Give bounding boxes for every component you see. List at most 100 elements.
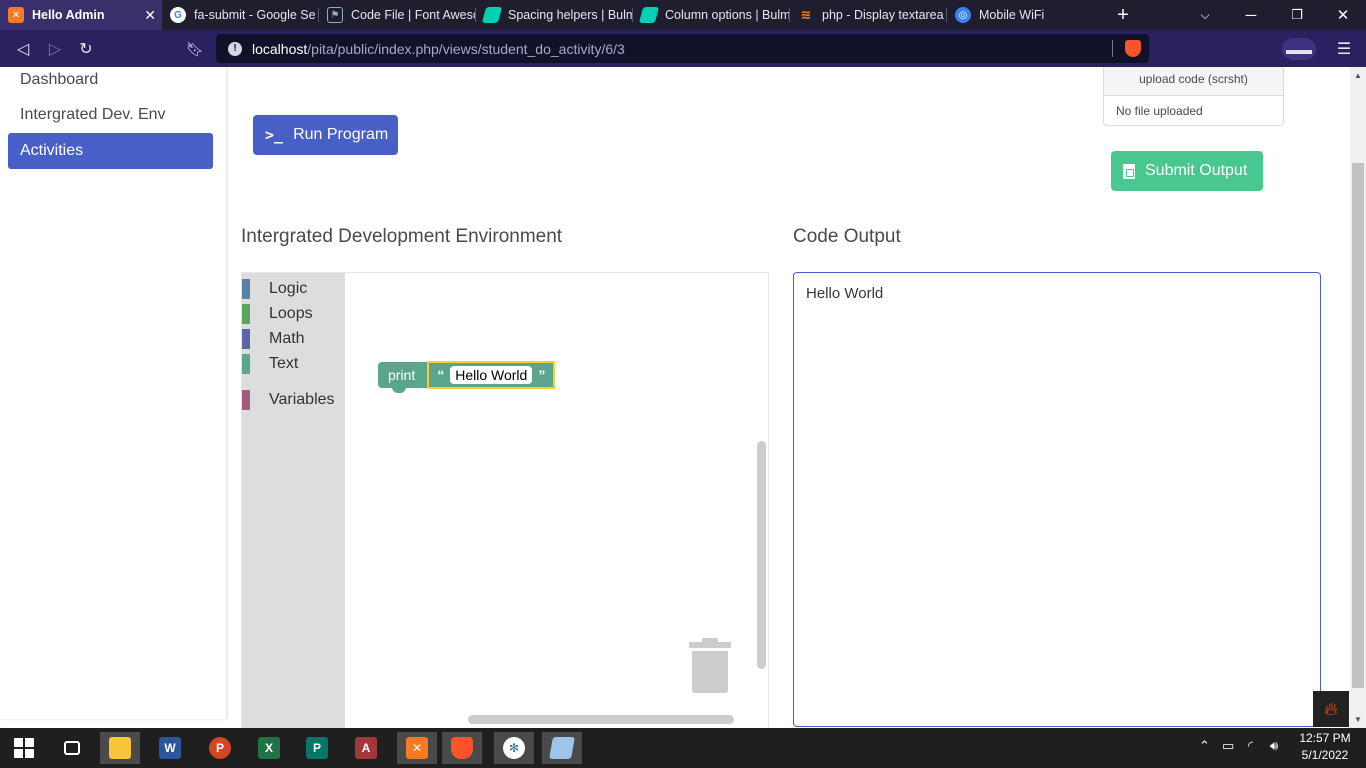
windows-start-icon[interactable] xyxy=(4,732,44,764)
tab-column-options[interactable]: Column options | Bulm xyxy=(633,0,789,30)
flag-icon: ⚑ xyxy=(327,7,343,23)
category-color-bar xyxy=(242,390,250,410)
tab-hello-admin[interactable]: ✕ Hello Admin ✕ xyxy=(0,0,162,30)
toolbox-category-math[interactable]: Math xyxy=(242,328,305,350)
word-icon[interactable]: W xyxy=(150,732,190,764)
wallet-glasses-icon[interactable]: ▬▬ xyxy=(1282,38,1316,60)
blockly-workspace[interactable]: Logic Loops Math Text Variables print “ … xyxy=(241,272,769,728)
close-tab-icon[interactable]: ✕ xyxy=(144,7,156,24)
sidebar-item-ide[interactable]: Intergrated Dev. Env xyxy=(8,97,213,133)
scroll-down-arrow-icon[interactable]: ▼ xyxy=(1354,715,1362,724)
run-program-label: Run Program xyxy=(293,126,389,143)
text-block[interactable]: “ Hello World ” xyxy=(427,361,556,389)
category-color-bar xyxy=(242,329,250,349)
tab-list-chevron-icon[interactable]: ⌵ xyxy=(1182,0,1228,30)
scroll-up-arrow-icon[interactable]: ▲ xyxy=(1354,71,1362,80)
menu-icon[interactable]: ☰ xyxy=(1333,38,1355,60)
tab-title: Column options | Bulm xyxy=(665,8,789,22)
category-label: Text xyxy=(269,355,299,372)
google-icon: G xyxy=(170,7,186,23)
tab-spacing-helpers[interactable]: Spacing helpers | Bulm xyxy=(476,0,632,30)
url-separator xyxy=(1112,40,1113,57)
submit-output-button[interactable]: Submit Output xyxy=(1111,151,1263,191)
sidebar-item-dashboard[interactable]: Dashboard xyxy=(8,67,213,98)
submit-output-label: Submit Output xyxy=(1145,162,1248,179)
new-tab-button[interactable]: + xyxy=(1100,0,1146,30)
toolbox-category-text[interactable]: Text xyxy=(242,353,298,375)
tab-code-file[interactable]: ⚑ Code File | Font Aweso xyxy=(319,0,475,30)
file-upload[interactable]: upload code (scrsht) No file uploaded xyxy=(1103,67,1284,126)
toolbox-category-logic[interactable]: Logic xyxy=(242,278,307,300)
sidebar-item-activities[interactable]: Activities xyxy=(8,133,213,169)
upload-label[interactable]: upload code (scrsht) xyxy=(1104,67,1283,96)
url-host: localhost xyxy=(252,40,308,57)
run-program-button[interactable]: >_ Run Program xyxy=(253,115,398,155)
page-scrollbar[interactable]: ▲ ▼ xyxy=(1350,67,1366,728)
print-block[interactable]: print “ Hello World ” xyxy=(378,360,556,393)
restore-button[interactable]: ❐ xyxy=(1274,0,1320,30)
address-bar[interactable]: ! localhost/pita/public/index.php/views/… xyxy=(216,34,1149,63)
workspace-horizontal-scrollbar[interactable] xyxy=(468,715,734,724)
clock-time: 12:57 PM xyxy=(1299,731,1351,745)
output-title: Code Output xyxy=(793,226,901,247)
powerpoint-icon[interactable]: P xyxy=(200,732,240,764)
tab-mobile-wifi[interactable]: ◎ Mobile WiFi xyxy=(947,0,1103,30)
tab-title: Spacing helpers | Bulm xyxy=(508,8,632,22)
bookmark-icon[interactable]: 🔖︎ xyxy=(184,38,206,60)
access-icon[interactable]: A xyxy=(346,732,386,764)
toolbox-category-loops[interactable]: Loops xyxy=(242,303,313,325)
category-label: Math xyxy=(269,330,305,347)
trash-icon[interactable] xyxy=(689,638,733,694)
print-keyword: print xyxy=(378,362,428,393)
upload-filename: No file uploaded xyxy=(1116,103,1203,118)
windows-taskbar: W P X P A ✕ ✻ ⌃ ▭ ◜ 🔊︎ 12:57 PM 5/1/2022 xyxy=(0,728,1366,768)
publisher-icon[interactable]: P xyxy=(297,732,337,764)
excel-icon[interactable]: X xyxy=(249,732,289,764)
blockly-toolbox: Logic Loops Math Text Variables xyxy=(242,273,345,728)
wifi-icon[interactable]: ◜ xyxy=(1248,738,1253,754)
tab-title: fa-submit - Google Se xyxy=(194,8,316,22)
address-toolbar: ◁ ▷ ↻ 🔖︎ ! localhost/pita/public/index.p… xyxy=(0,30,1366,67)
category-color-bar xyxy=(242,279,250,299)
file-explorer-icon[interactable] xyxy=(100,732,140,764)
tab-title: Code File | Font Aweso xyxy=(351,8,475,22)
battery-icon[interactable]: ▭ xyxy=(1222,738,1234,754)
terminal-icon: >_ xyxy=(265,126,284,144)
forward-icon[interactable]: ▷ xyxy=(44,38,66,60)
notes-taskbar-icon[interactable] xyxy=(542,732,582,764)
tab-title: php - Display textarea xyxy=(822,8,944,22)
category-label: Variables xyxy=(269,391,335,408)
text-field[interactable]: Hello World xyxy=(450,366,533,384)
back-icon[interactable]: ◁ xyxy=(12,38,34,60)
task-view-icon[interactable] xyxy=(52,732,92,764)
clock-date: 5/1/2022 xyxy=(1301,748,1349,762)
brave-taskbar-icon[interactable] xyxy=(442,732,482,764)
ide-title: Intergrated Development Environment xyxy=(241,226,563,247)
minimize-button[interactable]: ─ xyxy=(1228,0,1274,30)
code-output-textarea[interactable]: Hello World xyxy=(793,272,1321,727)
site-info-icon[interactable]: ! xyxy=(228,41,242,56)
globe-icon: ◎ xyxy=(955,7,971,23)
file-code-icon xyxy=(1123,163,1135,179)
tab-php-textarea[interactable]: ≋ php - Display textarea xyxy=(790,0,946,30)
system-clock[interactable]: 12:57 PM 5/1/2022 xyxy=(1296,730,1354,764)
category-label: Logic xyxy=(269,280,308,297)
chevron-up-icon[interactable]: ⌃ xyxy=(1199,738,1210,754)
xampp-taskbar-icon[interactable]: ✕ xyxy=(397,732,437,764)
stackoverflow-icon: ≋ xyxy=(800,7,812,22)
close-window-button[interactable]: ✕ xyxy=(1320,0,1366,30)
category-label: Loops xyxy=(269,305,313,322)
toolbox-category-variables[interactable]: Variables xyxy=(242,389,335,411)
app-taskbar-icon[interactable]: ✻ xyxy=(494,732,534,764)
reload-icon[interactable]: ↻ xyxy=(75,38,97,60)
workspace-vertical-scrollbar[interactable] xyxy=(757,441,766,669)
open-quote: “ xyxy=(437,367,445,383)
page-content: Dashboard Intergrated Dev. Env Activitie… xyxy=(0,67,1350,728)
tab-fa-submit[interactable]: G fa-submit - Google Se xyxy=(162,0,318,30)
tab-title: Hello Admin xyxy=(32,8,105,22)
page-scroll-thumb[interactable] xyxy=(1352,163,1364,688)
volume-icon[interactable]: 🔊︎ xyxy=(1270,738,1278,754)
codeigniter-flame-icon[interactable]: 🔥︎ xyxy=(1313,691,1349,727)
brave-shields-icon[interactable] xyxy=(1125,40,1141,57)
close-quote: ” xyxy=(538,367,546,383)
